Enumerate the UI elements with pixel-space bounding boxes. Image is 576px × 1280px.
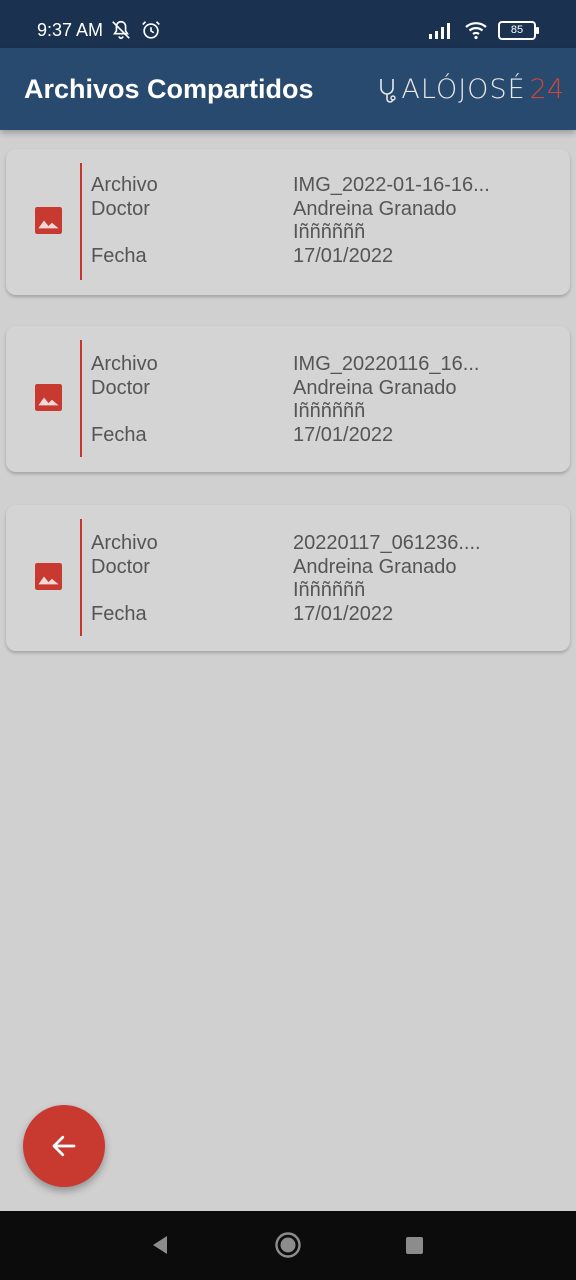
image-icon xyxy=(35,207,62,234)
image-icon xyxy=(35,384,62,411)
doctor-value: Andreina Granado xyxy=(293,556,457,578)
wifi-icon xyxy=(465,22,487,40)
doctor-value: Andreina Granado xyxy=(293,198,457,220)
doctor-label: Doctor xyxy=(91,556,150,578)
archivo-value: IMG_2022-01-16-16... xyxy=(293,174,490,196)
card-divider xyxy=(80,340,82,457)
archivo-value: 20220117_061236.... xyxy=(293,532,481,554)
doctor-extra-value: Iññññññ xyxy=(293,579,366,601)
file-card[interactable]: Archivo 20220117_061236.... Doctor Andre… xyxy=(6,505,570,651)
card-divider xyxy=(80,163,82,280)
signal-icon xyxy=(429,23,450,39)
doctor-extra-value: Iññññññ xyxy=(293,221,366,243)
fecha-value: 17/01/2022 xyxy=(293,424,394,446)
app-logo: ALÓJOSÉ 24 xyxy=(377,74,564,105)
arrow-back-icon xyxy=(52,1135,76,1157)
system-nav-bar xyxy=(0,1211,576,1280)
archivo-value: IMG_20220116_16... xyxy=(293,353,480,375)
nav-recents-icon[interactable] xyxy=(405,1236,424,1255)
logo-text: ALÓJOSÉ xyxy=(401,74,526,105)
card-divider xyxy=(80,519,82,636)
muted-bell-icon xyxy=(112,20,130,40)
fecha-value: 17/01/2022 xyxy=(293,245,394,267)
status-time: 9:37 AM xyxy=(37,20,104,40)
battery-icon: 85 xyxy=(498,20,539,40)
nav-back-icon[interactable] xyxy=(150,1233,170,1257)
doctor-extra-value: Iññññññ xyxy=(293,400,366,422)
archivo-label: Archivo xyxy=(91,353,158,375)
file-card[interactable]: Archivo IMG_2022-01-16-16... Doctor Andr… xyxy=(6,149,570,295)
archivo-label: Archivo xyxy=(91,174,158,196)
fecha-label: Fecha xyxy=(91,603,147,625)
logo-number: 24 xyxy=(529,74,564,105)
doctor-label: Doctor xyxy=(91,198,150,220)
doctor-label: Doctor xyxy=(91,377,150,399)
archivo-label: Archivo xyxy=(91,532,158,554)
fecha-label: Fecha xyxy=(91,424,147,446)
stethoscope-icon xyxy=(380,78,397,103)
image-icon xyxy=(35,563,62,590)
nav-home-icon[interactable] xyxy=(274,1231,302,1259)
doctor-value: Andreina Granado xyxy=(293,377,457,399)
alarm-icon xyxy=(142,21,160,39)
fecha-value: 17/01/2022 xyxy=(293,603,394,625)
back-button[interactable] xyxy=(23,1105,105,1187)
app-bar: Archivos Compartidos ALÓJOSÉ 24 xyxy=(0,48,576,130)
status-bar: 9:37 AM 85 xyxy=(0,0,576,48)
fecha-label: Fecha xyxy=(91,245,147,267)
page-title: Archivos Compartidos xyxy=(24,74,314,104)
file-card[interactable]: Archivo IMG_20220116_16... Doctor Andrei… xyxy=(6,326,570,472)
